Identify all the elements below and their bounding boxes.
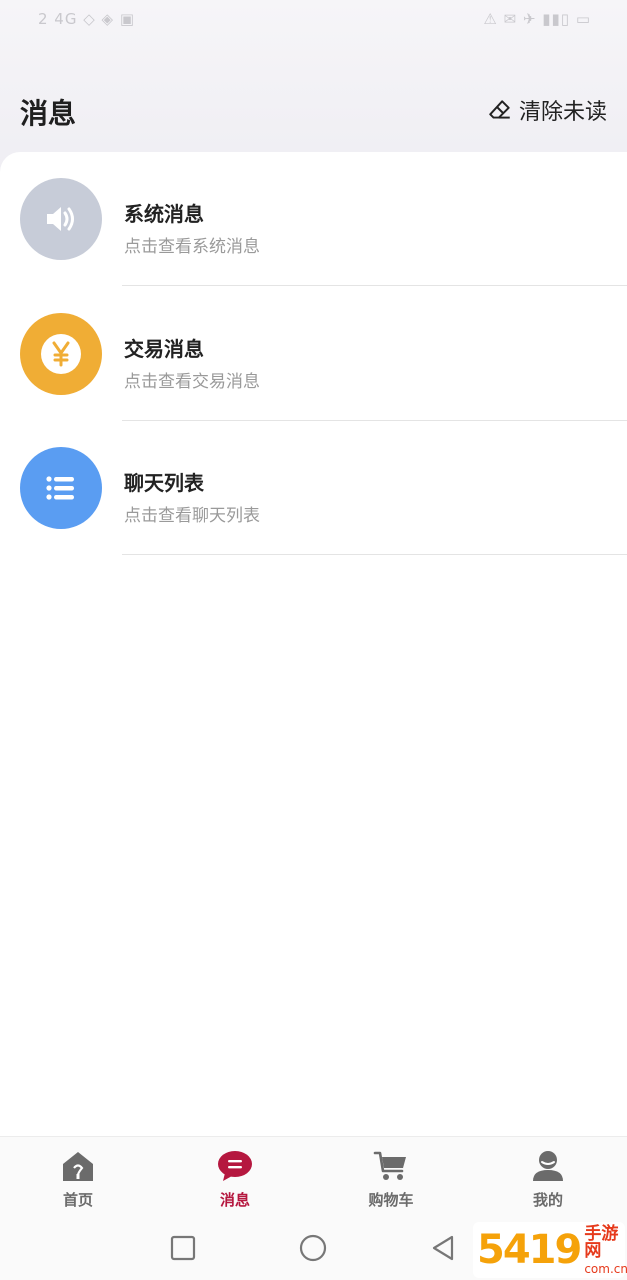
message-icon <box>218 1151 252 1181</box>
tab-home[interactable]: 首页 <box>0 1137 156 1217</box>
user-icon <box>533 1151 563 1181</box>
tab-profile[interactable]: 我的 <box>470 1137 626 1217</box>
message-list: 系统消息 点击查看系统消息 交易消息 点击查看交易消息 聊天列表 点击查看聊天列… <box>0 152 627 1137</box>
message-item-title: 交易消息 <box>124 337 204 361</box>
tab-label: 消息 <box>219 1191 250 1209</box>
divider <box>122 554 627 555</box>
status-bar-left: 2 4G ◇ ◈ ▣ <box>38 10 136 28</box>
watermark-logo: 5419 手游网 com.cn <box>473 1222 627 1278</box>
page-title: 消息 <box>20 97 77 130</box>
clear-unread-button[interactable]: 清除未读 <box>487 94 607 126</box>
message-item-chat[interactable]: 聊天列表 点击查看聊天列表 <box>0 421 627 555</box>
tab-label: 首页 <box>62 1191 93 1209</box>
message-item-subtitle: 点击查看聊天列表 <box>124 506 260 526</box>
message-item-subtitle: 点击查看交易消息 <box>124 372 260 392</box>
chat-list-avatar <box>20 447 102 529</box>
tab-label: 购物车 <box>368 1191 414 1209</box>
tab-messages[interactable]: 消息 <box>157 1137 313 1217</box>
tab-label: 我的 <box>532 1191 563 1209</box>
tab-cart[interactable]: 购物车 <box>313 1137 469 1217</box>
cart-icon <box>373 1151 406 1180</box>
message-item-title: 聊天列表 <box>124 471 204 495</box>
home-icon <box>63 1152 93 1181</box>
speaker-icon <box>47 207 74 231</box>
bottom-tab-bar: 首页 消息 购物车 我的 <box>0 1136 627 1217</box>
message-item-subtitle: 点击查看系统消息 <box>124 237 260 257</box>
status-bar: 2 4G ◇ ◈ ▣ ⚠ ✉ ✈ ▮▮▯ ▭ <box>0 0 627 40</box>
home-nav-icon[interactable] <box>298 1233 328 1263</box>
watermark-text: 手游网 <box>584 1223 619 1261</box>
message-item-system[interactable]: 系统消息 点击查看系统消息 <box>0 152 627 286</box>
back-nav-icon[interactable] <box>428 1233 458 1263</box>
watermark-number: 5419 <box>477 1227 582 1273</box>
message-item-title: 系统消息 <box>124 202 204 226</box>
divider <box>122 285 627 286</box>
message-item-trade[interactable]: 交易消息 点击查看交易消息 <box>0 287 627 421</box>
trade-message-avatar <box>20 313 102 395</box>
eraser-icon <box>489 100 510 119</box>
status-bar-right: ⚠ ✉ ✈ ▮▮▯ ▭ <box>483 10 591 28</box>
watermark-domain: com.cn <box>584 1261 627 1276</box>
system-message-avatar <box>20 178 102 260</box>
list-icon <box>46 476 74 500</box>
clear-unread-label: 清除未读 <box>518 100 607 125</box>
recent-apps-icon[interactable] <box>168 1233 198 1263</box>
yen-icon <box>41 334 81 374</box>
